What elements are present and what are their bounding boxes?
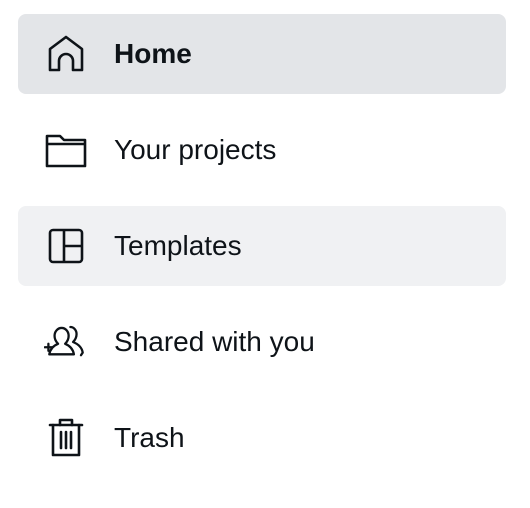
sidebar-item-trash[interactable]: Trash <box>18 398 506 478</box>
folder-icon <box>44 130 88 170</box>
sidebar-item-templates[interactable]: Templates <box>18 206 506 286</box>
sidebar-item-your-projects[interactable]: Your projects <box>18 110 506 190</box>
home-icon <box>44 34 88 74</box>
trash-icon <box>44 418 88 458</box>
sidebar-item-shared-with-you[interactable]: Shared with you <box>18 302 506 382</box>
sidebar-item-home[interactable]: Home <box>18 14 506 94</box>
sidebar-item-label: Shared with you <box>114 326 315 357</box>
sidebar-nav: Home Your projects Templates Shared with… <box>0 0 530 508</box>
sidebar-item-label: Trash <box>114 422 185 453</box>
sidebar-item-label: Your projects <box>114 134 277 165</box>
sidebar-item-label: Home <box>114 38 192 69</box>
templates-icon <box>44 226 88 266</box>
sidebar-item-label: Templates <box>114 230 242 261</box>
shared-users-icon <box>44 322 88 362</box>
